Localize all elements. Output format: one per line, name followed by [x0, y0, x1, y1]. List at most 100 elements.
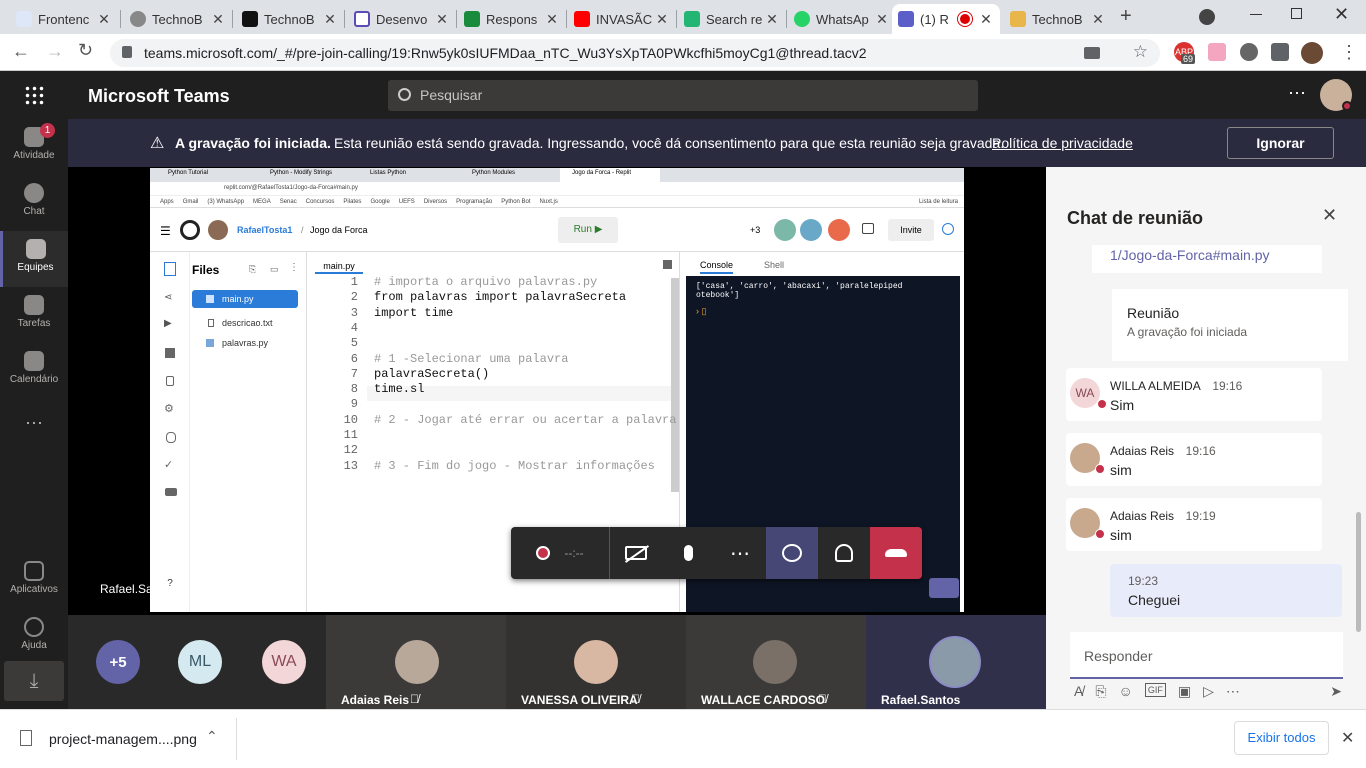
- more-options-icon[interactable]: ⋯: [1288, 83, 1306, 104]
- browser-tab[interactable]: TechnoB ✕: [124, 4, 232, 34]
- emoji-icon[interactable]: ☺: [1119, 683, 1133, 703]
- settings-icon[interactable]: ⚙: [164, 402, 174, 415]
- close-tab-icon[interactable]: ✕: [544, 11, 560, 28]
- shell-tab[interactable]: Shell: [764, 260, 784, 270]
- close-window-icon[interactable]: ✕: [1334, 4, 1349, 25]
- new-folder-icon[interactable]: ▭: [270, 264, 279, 275]
- chevron-up-icon[interactable]: ⌃: [206, 728, 218, 745]
- back-icon[interactable]: ←: [12, 41, 30, 62]
- tab-search-icon[interactable]: [1199, 9, 1215, 25]
- file-item-main[interactable]: main.py: [192, 290, 298, 308]
- editor-scrollbar[interactable]: [671, 278, 679, 492]
- browser-tab[interactable]: WhatsAp ✕: [788, 4, 896, 34]
- rail-item-calendar[interactable]: Calendário: [0, 343, 68, 399]
- close-tab-icon[interactable]: ✕: [1090, 11, 1106, 28]
- browser-tab[interactable]: TechnoB ✕: [1004, 4, 1112, 34]
- search-input[interactable]: Pesquisar: [388, 80, 978, 111]
- close-tab-icon[interactable]: ✕: [978, 11, 994, 28]
- microphone-icon[interactable]: [662, 527, 714, 579]
- chat-link[interactable]: 1/Jogo-da-Forca#main.py: [1110, 247, 1270, 263]
- new-tab-icon[interactable]: +: [1120, 5, 1132, 28]
- close-tab-icon[interactable]: ✕: [96, 11, 112, 28]
- app-launcher-icon[interactable]: [24, 85, 44, 105]
- chrome-menu-icon[interactable]: ⋮: [1340, 42, 1358, 63]
- check-icon[interactable]: ✓: [164, 458, 173, 471]
- download-app-icon[interactable]: ⤓: [4, 661, 64, 701]
- browser-tab[interactable]: Search re ✕: [678, 4, 786, 34]
- address-bar[interactable]: teams.microsoft.com/_#/pre-join-calling/…: [110, 39, 1160, 67]
- more-compose-icon[interactable]: ⋯: [1226, 683, 1240, 703]
- browser-tab-active[interactable]: (1) R ✕: [892, 4, 1000, 34]
- share-icon[interactable]: ⋖: [164, 292, 172, 303]
- extension-icon[interactable]: [1240, 43, 1258, 61]
- more-participants-button[interactable]: +5: [96, 640, 140, 684]
- privacy-link[interactable]: Política de privacidade: [992, 135, 1133, 151]
- show-all-button[interactable]: Exibir todos: [1234, 721, 1329, 755]
- meet-icon[interactable]: ▷: [1203, 683, 1214, 703]
- close-tab-icon[interactable]: ✕: [434, 11, 450, 28]
- camera-blocked-icon[interactable]: [1084, 47, 1100, 59]
- send-icon[interactable]: ➤: [1330, 683, 1342, 703]
- extensions-puzzle-icon[interactable]: [1271, 43, 1289, 61]
- rail-more-icon[interactable]: ⋯: [0, 413, 68, 469]
- database-icon[interactable]: [166, 432, 176, 443]
- participant-avatar[interactable]: WA: [262, 640, 306, 684]
- rail-item-help[interactable]: Ajuda: [0, 609, 68, 665]
- close-tab-icon[interactable]: ✕: [322, 11, 338, 28]
- restore-icon[interactable]: [1291, 8, 1302, 19]
- rail-item-activity[interactable]: Atividade: [0, 119, 68, 175]
- rail-item-teams[interactable]: Equipes: [0, 231, 68, 287]
- participant-tile[interactable]: VANESSA OLIVEIRA 🎙̸: [506, 615, 686, 709]
- menu-icon[interactable]: ☰: [160, 224, 171, 238]
- files-more-icon[interactable]: ⋮: [289, 262, 299, 273]
- run-console-icon[interactable]: ▶: [164, 318, 172, 329]
- editor-tab[interactable]: main.py: [315, 258, 363, 274]
- invite-button[interactable]: Invite: [888, 219, 934, 241]
- participant-tile[interactable]: Adaias Reis 🎙̸: [326, 615, 506, 709]
- format-icon[interactable]: A̸: [1074, 683, 1083, 703]
- editor-layout-icon[interactable]: [663, 260, 672, 269]
- reply-input[interactable]: Responder: [1070, 632, 1343, 679]
- packages-icon[interactable]: [165, 348, 175, 358]
- chat-scrollbar[interactable]: [1356, 512, 1361, 632]
- new-file-icon[interactable]: ⎘: [249, 264, 256, 275]
- gif-icon[interactable]: GIF: [1144, 683, 1166, 697]
- console-tab[interactable]: Console: [700, 260, 734, 274]
- close-tab-icon[interactable]: ✕: [874, 11, 890, 28]
- close-chat-icon[interactable]: ✕: [1322, 205, 1337, 226]
- download-file-name[interactable]: project-managem....png: [49, 731, 197, 747]
- help-icon[interactable]: ?: [162, 576, 178, 592]
- profile-avatar[interactable]: [1301, 42, 1323, 64]
- close-tab-icon[interactable]: ✕: [654, 11, 670, 28]
- close-downloads-icon[interactable]: ✕: [1341, 728, 1354, 748]
- minimize-icon[interactable]: [1250, 14, 1262, 15]
- browser-tab[interactable]: Frontenc ✕: [10, 4, 118, 34]
- participants-icon[interactable]: [818, 527, 870, 579]
- secrets-lock-icon[interactable]: [166, 376, 174, 386]
- participant-avatar[interactable]: ML: [178, 640, 222, 684]
- show-conversation-icon[interactable]: [766, 527, 818, 579]
- rail-item-apps[interactable]: Aplicativos: [0, 553, 68, 609]
- more-actions-icon[interactable]: ⋯: [714, 527, 766, 579]
- reload-icon[interactable]: ↻: [78, 40, 93, 61]
- files-icon[interactable]: [164, 262, 176, 276]
- browser-tab[interactable]: INVASÃC ✕: [568, 4, 676, 34]
- forward-icon[interactable]: →: [46, 41, 64, 62]
- rail-item-chat[interactable]: Chat: [0, 175, 68, 231]
- browser-tab[interactable]: Respons ✕: [458, 4, 566, 34]
- camera-off-icon[interactable]: [610, 527, 662, 579]
- chat-icon[interactable]: [862, 223, 874, 234]
- bookmark-star-icon[interactable]: ☆: [1133, 42, 1148, 62]
- sticker-icon[interactable]: ▣: [1178, 683, 1191, 703]
- file-item[interactable]: palavras.py: [192, 334, 298, 352]
- close-tab-icon[interactable]: ✕: [764, 11, 780, 28]
- attach-icon[interactable]: ⎘: [1095, 683, 1106, 703]
- extension-icon[interactable]: [1208, 43, 1226, 61]
- file-item[interactable]: descricao.txt: [192, 314, 298, 332]
- browser-tab[interactable]: Desenvo ✕: [348, 4, 456, 34]
- rail-item-tasks[interactable]: Tarefas: [0, 287, 68, 343]
- hang-up-icon[interactable]: [870, 527, 922, 579]
- run-button[interactable]: Run ▶: [558, 217, 618, 243]
- search-icon[interactable]: [942, 223, 954, 235]
- video-icon[interactable]: [165, 488, 177, 496]
